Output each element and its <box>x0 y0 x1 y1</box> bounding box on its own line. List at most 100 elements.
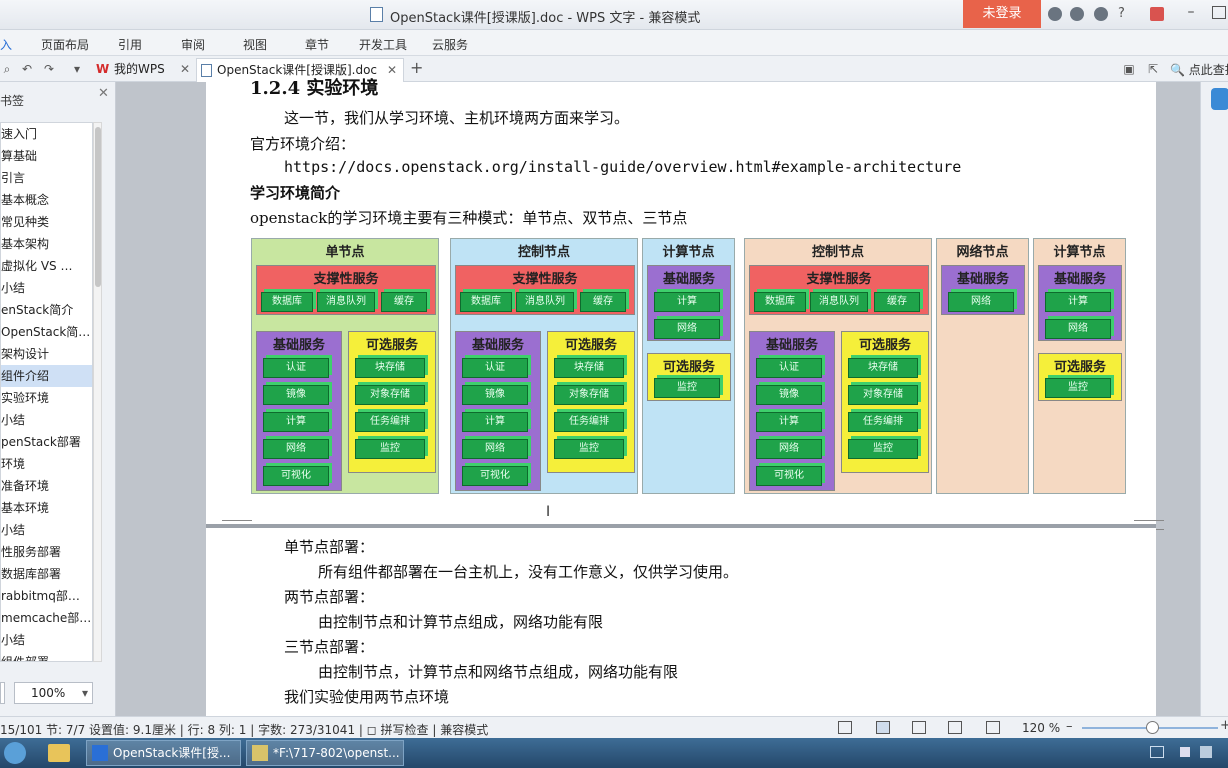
bookmark-item[interactable]: 架构设计 <box>1 343 92 365</box>
undo-icon[interactable]: ↶ <box>20 62 34 76</box>
paragraph: 两节点部署： <box>284 588 375 606</box>
bookmark-item[interactable]: 基本概念 <box>1 189 92 211</box>
taskbar-item-wps[interactable]: OpenStack课件[授... <box>86 740 241 766</box>
zoom-in-icon[interactable]: + <box>1220 718 1228 733</box>
service-block: 计算 <box>263 412 329 432</box>
tab-view[interactable]: 视图 <box>243 36 267 53</box>
single-node-column: 单节点 支撑性服务 数据库 消息队列 缓存 基础服务 认证 镜像 计算 网络 可… <box>251 238 439 494</box>
paragraph: 单节点部署： <box>284 538 375 556</box>
maximize-button[interactable] <box>1212 6 1226 19</box>
keyboard-icon[interactable] <box>1150 746 1164 758</box>
tab-insert[interactable]: 入 <box>0 36 12 53</box>
login-button[interactable]: 未登录 <box>963 0 1041 28</box>
bookmark-item[interactable]: rabbitmq部… <box>1 585 92 607</box>
right-sidebar <box>1200 82 1228 716</box>
bookmark-item[interactable]: 小结 <box>1 277 92 299</box>
bookmark-item[interactable]: 基本架构 <box>1 233 92 255</box>
bookmark-item[interactable]: memcache部… <box>1 607 92 629</box>
bookmark-item[interactable]: penStack部署 <box>1 431 92 453</box>
tab-page-layout[interactable]: 页面布局 <box>41 36 89 53</box>
toggle-icon[interactable]: ⇱ <box>1146 62 1160 76</box>
url-link[interactable]: https://docs.openstack.org/install-guide… <box>284 158 961 176</box>
search-label: 点此查找 <box>1188 63 1228 77</box>
help-icon[interactable]: ? <box>1118 7 1132 21</box>
window-title: OpenStack课件[授课版].doc - WPS 文字 - 兼容模式 <box>390 11 701 26</box>
minimize-button[interactable]: – <box>1182 4 1200 22</box>
print-preview-icon[interactable]: ⌕ <box>0 62 14 76</box>
bookmark-item[interactable]: 组件介绍 <box>1 365 92 387</box>
service-block: 监控 <box>654 378 720 398</box>
new-tab-button[interactable]: + <box>410 58 423 77</box>
bookmark-item[interactable]: 小结 <box>1 519 92 541</box>
close-icon[interactable]: ✕ <box>180 58 190 80</box>
page-view-icon[interactable] <box>876 721 890 734</box>
two-node-compute-column: 计算节点 基础服务 计算 网络 可选服务 监控 <box>642 238 735 494</box>
group-title: 基础服务 <box>662 272 715 287</box>
tab-cloud[interactable]: 云服务 <box>432 36 468 53</box>
share-icon[interactable] <box>1094 7 1108 21</box>
redo-icon[interactable]: ↷ <box>42 62 56 76</box>
bookmark-item[interactable]: 组件部署 <box>1 651 92 661</box>
bookmark-scrollbar[interactable] <box>93 122 102 662</box>
title-bar: OpenStack课件[授课版].doc - WPS 文字 - 兼容模式 未登录… <box>0 0 1228 30</box>
group-title: 支撑性服务 <box>313 272 379 287</box>
group-title: 基础服务 <box>956 272 1009 287</box>
folder-icon[interactable] <box>48 744 70 762</box>
bookmark-item[interactable]: 速入门 <box>1 123 92 145</box>
close-icon[interactable]: ✕ <box>387 59 397 81</box>
bookmark-item[interactable]: 引言 <box>1 167 92 189</box>
bookmark-item[interactable]: OpenStack简… <box>1 321 92 343</box>
paragraph: 这一节，我们从学习环境、主机环境两方面来学习。 <box>284 109 630 127</box>
paragraph: 官方环境介绍： <box>250 135 356 153</box>
panel-toggle[interactable] <box>0 682 5 704</box>
bookmark-item[interactable]: 数据库部署 <box>1 563 92 585</box>
bookmark-item[interactable]: 性服务部署 <box>1 541 92 563</box>
document-tab-bar: ⌕ ↶ ↷ ▾ W 我的WPS ✕ OpenStack课件[授课版].doc ✕… <box>0 56 1228 82</box>
outline-view-icon[interactable] <box>912 721 926 734</box>
monitor-icon[interactable]: ▣ <box>1122 62 1136 76</box>
more-icon[interactable]: ▾ <box>70 62 84 76</box>
three-node-control-column: 控制节点 支撑性服务 数据库 消息队列 缓存 基础服务 认证 镜像 计算 网络 … <box>744 238 932 494</box>
column-title: 控制节点 <box>811 245 864 260</box>
search-box[interactable]: 🔍 点此查找 <box>1170 61 1228 78</box>
network-icon[interactable] <box>1200 746 1212 758</box>
bookmark-item[interactable]: 小结 <box>1 629 92 651</box>
bookmark-item[interactable]: 算基础 <box>1 145 92 167</box>
bookmark-item[interactable]: 基本环境 <box>1 497 92 519</box>
settings-icon[interactable] <box>1070 7 1084 21</box>
basic-services-group: 基础服务 计算 网络 <box>647 265 731 341</box>
column-title: 控制节点 <box>517 245 570 260</box>
fullscreen-icon[interactable] <box>838 721 852 734</box>
bookmark-item[interactable]: 准备环境 <box>1 475 92 497</box>
zoom-slider-handle[interactable] <box>1146 721 1159 734</box>
tab-my-wps[interactable]: W 我的WPS ✕ <box>94 58 196 82</box>
bookmark-item[interactable]: 小结 <box>1 409 92 431</box>
bookmark-item[interactable]: 常见种类 <box>1 211 92 233</box>
download-icon[interactable] <box>1150 7 1164 21</box>
scrollbar-thumb[interactable] <box>95 127 101 287</box>
tab-chapter[interactable]: 章节 <box>305 36 329 53</box>
bookmark-item[interactable]: 实验环境 <box>1 387 92 409</box>
close-icon[interactable]: ✕ <box>98 86 109 101</box>
tab-references[interactable]: 引用 <box>118 36 142 53</box>
taskbar-item-editor[interactable]: *F:\717-802\openst... <box>246 740 404 766</box>
location-pin-icon[interactable] <box>1211 88 1228 110</box>
skin-icon[interactable] <box>1048 7 1062 21</box>
web-view-icon[interactable] <box>948 721 962 734</box>
zoom-out-icon[interactable]: – <box>1066 719 1073 734</box>
tab-review[interactable]: 审阅 <box>181 36 205 53</box>
reading-mode-icon[interactable] <box>986 721 1000 734</box>
service-block: 计算 <box>1045 292 1111 312</box>
tab-developer[interactable]: 开发工具 <box>359 36 407 53</box>
bookmark-item[interactable]: 环境 <box>1 453 92 475</box>
service-block: 缓存 <box>874 292 920 312</box>
flag-icon[interactable] <box>1180 747 1190 757</box>
bookmark-item[interactable]: enStack简介 <box>1 299 92 321</box>
service-block: 计算 <box>756 412 822 432</box>
section-heading: 1.2.4 实验环境 <box>250 78 379 99</box>
support-services-group: 支撑性服务 数据库 消息队列 缓存 <box>749 265 929 315</box>
group-title: 可选服务 <box>662 360 715 375</box>
bookmark-item[interactable]: 虚拟化 VS … <box>1 255 92 277</box>
zoom-select[interactable]: 100% <box>14 682 93 704</box>
start-button[interactable] <box>4 742 26 764</box>
